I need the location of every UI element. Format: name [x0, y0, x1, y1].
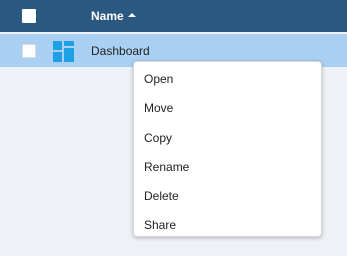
table-header: Name [0, 0, 347, 32]
menu-item-copy[interactable]: Copy [134, 124, 321, 153]
select-all-checkbox[interactable] [22, 9, 36, 23]
dashboard-icon [53, 41, 74, 62]
name-column-header[interactable]: Name [91, 9, 136, 23]
row-checkbox[interactable] [22, 44, 36, 58]
menu-item-share[interactable]: Share [134, 211, 321, 240]
row-label[interactable]: Dashboard [91, 44, 150, 58]
context-menu: Open Move Copy Rename Delete Share [133, 61, 322, 237]
menu-item-delete[interactable]: Delete [134, 182, 321, 211]
name-column-label: Name [91, 9, 124, 23]
menu-item-move[interactable]: Move [134, 94, 321, 123]
menu-item-open[interactable]: Open [134, 65, 321, 94]
menu-item-rename[interactable]: Rename [134, 153, 321, 182]
sort-ascending-icon [127, 13, 136, 17]
